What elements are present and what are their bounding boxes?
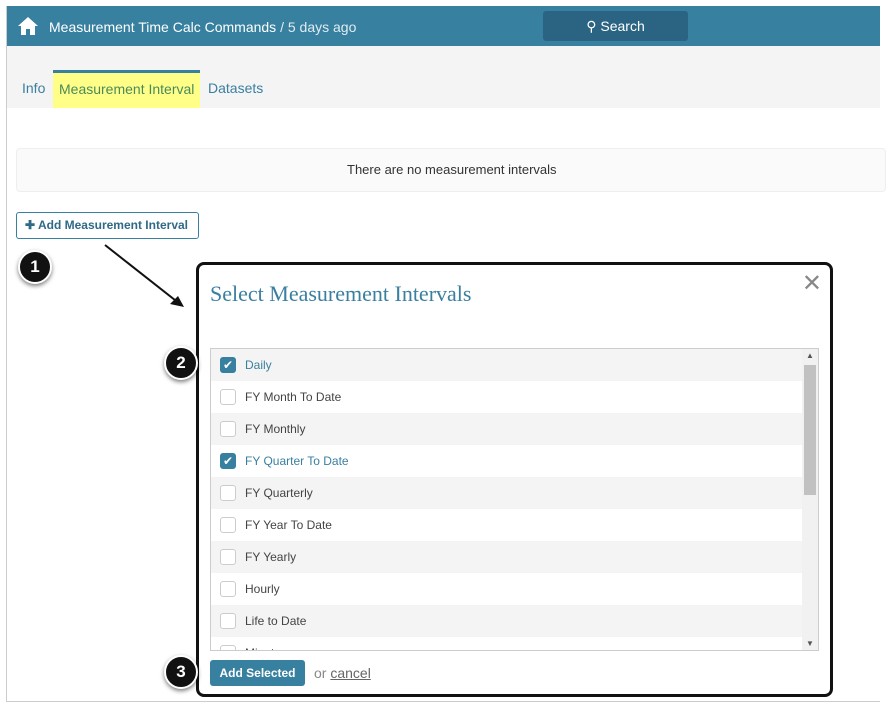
interval-option[interactable]: FY Year To Date — [211, 509, 802, 541]
interval-option[interactable]: ✔ FY Quarter To Date — [211, 445, 802, 477]
add-button-label: Add Measurement Interval — [37, 218, 188, 232]
interval-label: FY Quarter To Date — [245, 454, 349, 468]
checkbox[interactable] — [220, 645, 236, 650]
interval-label: Hourly — [245, 582, 280, 596]
plus-icon: ✚ — [25, 218, 36, 232]
search-button[interactable]: ⚲ Search — [543, 11, 688, 41]
interval-option[interactable]: FY Yearly — [211, 541, 802, 573]
checkbox[interactable] — [220, 549, 236, 565]
checkbox[interactable] — [220, 613, 236, 629]
interval-option[interactable]: FY Monthly — [211, 413, 802, 445]
arrow-annotation — [104, 244, 184, 307]
checkbox[interactable] — [220, 581, 236, 597]
interval-label: Life to Date — [245, 614, 307, 628]
checkbox[interactable]: ✔ — [220, 453, 236, 469]
scroll-down-icon[interactable]: ▼ — [806, 639, 814, 648]
modal-title: Select Measurement Intervals — [210, 281, 472, 306]
interval-option[interactable]: FY Quarterly — [211, 477, 802, 509]
tab-info[interactable]: Info — [22, 70, 45, 108]
interval-option[interactable]: FY Month To Date — [211, 381, 802, 413]
step-badge-3: 3 — [164, 655, 198, 689]
interval-label: FY Yearly — [245, 550, 297, 564]
interval-option[interactable]: ✔ Daily — [211, 349, 802, 381]
close-icon[interactable]: ✕ — [802, 269, 822, 298]
record-title: Measurement Time Calc Commands — [49, 19, 277, 35]
interval-option[interactable]: Life to Date — [211, 605, 802, 637]
interval-label: FY Monthly — [245, 422, 306, 436]
checkbox[interactable]: ✔ — [220, 357, 236, 373]
interval-option[interactable]: Hourly — [211, 573, 802, 605]
select-intervals-modal: Select Measurement Intervals ✕ ✔ Daily FY … — [196, 262, 833, 697]
tab-measurement-interval[interactable]: Measurement Interval — [53, 70, 201, 108]
header-bar: Measurement Time Calc Commands / 5 days … — [7, 6, 880, 46]
tab-bar: Info Measurement Interval Datasets — [7, 46, 880, 108]
checkbox[interactable] — [220, 421, 236, 437]
interval-label: FY Quarterly — [245, 486, 313, 500]
add-selected-button[interactable]: Add Selected — [210, 660, 305, 686]
search-icon: ⚲ — [586, 18, 597, 34]
scrollbar[interactable]: ▲ ▼ — [802, 349, 818, 650]
cancel-area: or cancel — [314, 665, 371, 681]
scroll-up-icon[interactable]: ▲ — [806, 351, 814, 360]
interval-label: FY Month To Date — [245, 390, 342, 404]
interval-option[interactable]: Minute — [211, 637, 802, 650]
interval-label: FY Year To Date — [245, 518, 332, 532]
interval-list: ✔ Daily FY Month To Date FY Monthly ✔ FY Quar… — [210, 348, 819, 651]
or-text: or — [314, 665, 327, 681]
checkbox[interactable] — [220, 389, 236, 405]
checkbox[interactable] — [220, 517, 236, 533]
tab-datasets[interactable]: Datasets — [208, 70, 263, 108]
search-label: Search — [600, 18, 645, 34]
step-badge-1: 1 — [18, 250, 52, 284]
home-icon[interactable] — [17, 16, 39, 36]
add-measurement-interval-button[interactable]: ✚ Add Measurement Interval — [16, 212, 199, 239]
record-age: / 5 days ago — [276, 19, 357, 35]
scrollbar-thumb[interactable] — [804, 365, 816, 495]
interval-label: Minute — [245, 646, 281, 650]
checkbox[interactable] — [220, 485, 236, 501]
page-title: Measurement Time Calc Commands / 5 days … — [49, 19, 356, 35]
step-badge-2: 2 — [164, 346, 198, 380]
interval-label: Daily — [245, 358, 272, 372]
cancel-link[interactable]: cancel — [330, 665, 370, 681]
empty-state: There are no measurement intervals — [16, 148, 886, 192]
